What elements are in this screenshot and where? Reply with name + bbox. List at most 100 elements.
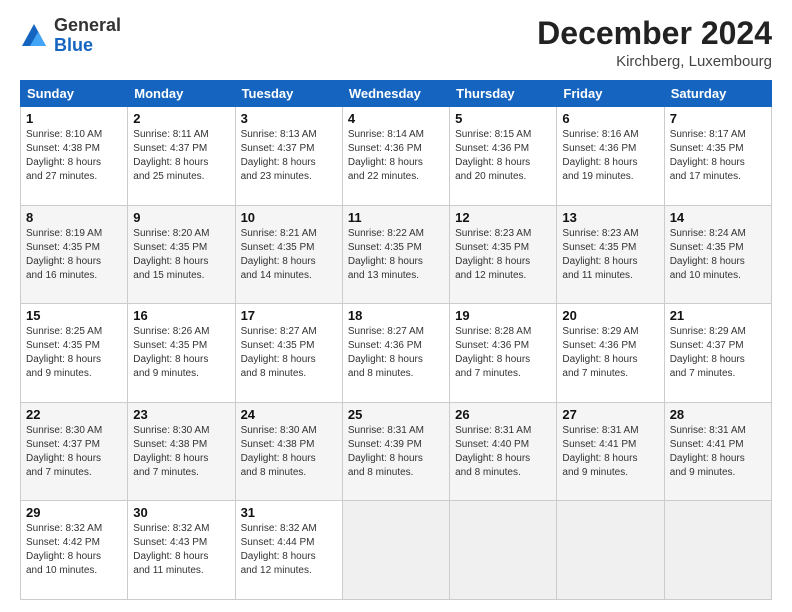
calendar-cell: 20Sunrise: 8:29 AM Sunset: 4:36 PM Dayli… xyxy=(557,304,664,403)
day-info: Sunrise: 8:23 AM Sunset: 4:35 PM Dayligh… xyxy=(455,227,551,283)
day-info: Sunrise: 8:13 AM Sunset: 4:37 PM Dayligh… xyxy=(241,128,337,184)
day-info: Sunrise: 8:16 AM Sunset: 4:36 PM Dayligh… xyxy=(562,128,658,184)
day-info: Sunrise: 8:19 AM Sunset: 4:35 PM Dayligh… xyxy=(26,227,122,283)
day-header-wednesday: Wednesday xyxy=(342,81,449,107)
day-info: Sunrise: 8:32 AM Sunset: 4:43 PM Dayligh… xyxy=(133,522,229,578)
day-number: 30 xyxy=(133,505,229,520)
day-number: 26 xyxy=(455,407,551,422)
month-title: December 2024 xyxy=(537,16,772,51)
day-info: Sunrise: 8:24 AM Sunset: 4:35 PM Dayligh… xyxy=(670,227,766,283)
day-number: 24 xyxy=(241,407,337,422)
calendar-cell: 10 Sunrise: 8:21 AM Sunset: 4:35 PM Dayli… xyxy=(235,205,342,304)
calendar-cell: 18Sunrise: 8:27 AM Sunset: 4:36 PM Dayli… xyxy=(342,304,449,403)
logo-text: General Blue xyxy=(54,16,121,56)
calendar-week-5: 29Sunrise: 8:32 AM Sunset: 4:42 PM Dayli… xyxy=(21,501,772,600)
day-info: Sunrise: 8:21 AM Sunset: 4:35 PM Dayligh… xyxy=(241,227,337,283)
day-number: 31 xyxy=(241,505,337,520)
day-info: Sunrise: 8:31 AM Sunset: 4:41 PM Dayligh… xyxy=(670,424,766,480)
day-number: 18 xyxy=(348,308,444,323)
day-info: Sunrise: 8:32 AM Sunset: 4:42 PM Dayligh… xyxy=(26,522,122,578)
day-number: 2 xyxy=(133,111,229,126)
day-header-monday: Monday xyxy=(128,81,235,107)
day-number: 1 xyxy=(26,111,122,126)
calendar-header-row: SundayMondayTuesdayWednesdayThursdayFrid… xyxy=(21,81,772,107)
calendar-week-2: 8 Sunrise: 8:19 AM Sunset: 4:35 PM Daylig… xyxy=(21,205,772,304)
day-number: 8 xyxy=(26,210,122,225)
logo-general-text: General xyxy=(54,15,121,35)
day-number: 10 xyxy=(241,210,337,225)
calendar-cell: 30 Sunrise: 8:32 AM Sunset: 4:43 PM Dayli… xyxy=(128,501,235,600)
day-info: Sunrise: 8:30 AM Sunset: 4:38 PM Dayligh… xyxy=(241,424,337,480)
day-header-friday: Friday xyxy=(557,81,664,107)
day-number: 27 xyxy=(562,407,658,422)
day-info: Sunrise: 8:26 AM Sunset: 4:35 PM Dayligh… xyxy=(133,325,229,381)
day-number: 3 xyxy=(241,111,337,126)
calendar-cell: 22 Sunrise: 8:30 AM Sunset: 4:37 PM Dayli… xyxy=(21,402,128,501)
header: General Blue December 2024 Kirchberg, Lu… xyxy=(20,16,772,70)
calendar-body: 1 Sunrise: 8:10 AM Sunset: 4:38 PM Daylig… xyxy=(21,107,772,600)
calendar-week-3: 15Sunrise: 8:25 AM Sunset: 4:35 PM Dayli… xyxy=(21,304,772,403)
title-section: December 2024 Kirchberg, Luxembourg xyxy=(537,16,772,70)
day-info: Sunrise: 8:14 AM Sunset: 4:36 PM Dayligh… xyxy=(348,128,444,184)
day-number: 19 xyxy=(455,308,551,323)
day-number: 13 xyxy=(562,210,658,225)
day-number: 15 xyxy=(26,308,122,323)
calendar-cell: 31 Sunrise: 8:32 AM Sunset: 4:44 PM Dayli… xyxy=(235,501,342,600)
logo-icon xyxy=(20,22,48,50)
calendar-week-4: 22 Sunrise: 8:30 AM Sunset: 4:37 PM Dayli… xyxy=(21,402,772,501)
day-info: Sunrise: 8:30 AM Sunset: 4:37 PM Dayligh… xyxy=(26,424,122,480)
calendar-cell xyxy=(664,501,771,600)
calendar-cell: 15Sunrise: 8:25 AM Sunset: 4:35 PM Dayli… xyxy=(21,304,128,403)
logo-blue-text: Blue xyxy=(54,35,93,55)
day-number: 22 xyxy=(26,407,122,422)
day-info: Sunrise: 8:31 AM Sunset: 4:40 PM Dayligh… xyxy=(455,424,551,480)
calendar-cell: 28 Sunrise: 8:31 AM Sunset: 4:41 PM Dayli… xyxy=(664,402,771,501)
calendar-cell: 6Sunrise: 8:16 AM Sunset: 4:36 PM Daylig… xyxy=(557,107,664,206)
calendar-cell: 12 Sunrise: 8:23 AM Sunset: 4:35 PM Dayli… xyxy=(450,205,557,304)
day-number: 12 xyxy=(455,210,551,225)
day-header-sunday: Sunday xyxy=(21,81,128,107)
calendar-cell: 19 Sunrise: 8:28 AM Sunset: 4:36 PM Dayli… xyxy=(450,304,557,403)
day-info: Sunrise: 8:29 AM Sunset: 4:37 PM Dayligh… xyxy=(670,325,766,381)
calendar-cell: 17 Sunrise: 8:27 AM Sunset: 4:35 PM Dayli… xyxy=(235,304,342,403)
day-number: 4 xyxy=(348,111,444,126)
day-info: Sunrise: 8:31 AM Sunset: 4:39 PM Dayligh… xyxy=(348,424,444,480)
day-number: 28 xyxy=(670,407,766,422)
calendar-cell: 8 Sunrise: 8:19 AM Sunset: 4:35 PM Daylig… xyxy=(21,205,128,304)
day-info: Sunrise: 8:32 AM Sunset: 4:44 PM Dayligh… xyxy=(241,522,337,578)
day-info: Sunrise: 8:23 AM Sunset: 4:35 PM Dayligh… xyxy=(562,227,658,283)
calendar-cell: 3 Sunrise: 8:13 AM Sunset: 4:37 PM Daylig… xyxy=(235,107,342,206)
day-info: Sunrise: 8:17 AM Sunset: 4:35 PM Dayligh… xyxy=(670,128,766,184)
calendar-cell: 7Sunrise: 8:17 AM Sunset: 4:35 PM Daylig… xyxy=(664,107,771,206)
day-header-saturday: Saturday xyxy=(664,81,771,107)
calendar-cell: 5 Sunrise: 8:15 AM Sunset: 4:36 PM Daylig… xyxy=(450,107,557,206)
day-info: Sunrise: 8:28 AM Sunset: 4:36 PM Dayligh… xyxy=(455,325,551,381)
day-number: 17 xyxy=(241,308,337,323)
day-info: Sunrise: 8:10 AM Sunset: 4:38 PM Dayligh… xyxy=(26,128,122,184)
day-info: Sunrise: 8:29 AM Sunset: 4:36 PM Dayligh… xyxy=(562,325,658,381)
calendar-cell: 25 Sunrise: 8:31 AM Sunset: 4:39 PM Dayli… xyxy=(342,402,449,501)
day-info: Sunrise: 8:20 AM Sunset: 4:35 PM Dayligh… xyxy=(133,227,229,283)
logo: General Blue xyxy=(20,16,121,56)
calendar-cell: 2Sunrise: 8:11 AM Sunset: 4:37 PM Daylig… xyxy=(128,107,235,206)
day-number: 5 xyxy=(455,111,551,126)
day-info: Sunrise: 8:22 AM Sunset: 4:35 PM Dayligh… xyxy=(348,227,444,283)
day-number: 9 xyxy=(133,210,229,225)
day-info: Sunrise: 8:15 AM Sunset: 4:36 PM Dayligh… xyxy=(455,128,551,184)
calendar-cell: 27Sunrise: 8:31 AM Sunset: 4:41 PM Dayli… xyxy=(557,402,664,501)
calendar-cell: 1 Sunrise: 8:10 AM Sunset: 4:38 PM Daylig… xyxy=(21,107,128,206)
day-header-tuesday: Tuesday xyxy=(235,81,342,107)
day-number: 16 xyxy=(133,308,229,323)
calendar-cell: 24 Sunrise: 8:30 AM Sunset: 4:38 PM Dayli… xyxy=(235,402,342,501)
day-number: 11 xyxy=(348,210,444,225)
calendar-cell: 23Sunrise: 8:30 AM Sunset: 4:38 PM Dayli… xyxy=(128,402,235,501)
calendar-cell: 11 Sunrise: 8:22 AM Sunset: 4:35 PM Dayli… xyxy=(342,205,449,304)
day-number: 25 xyxy=(348,407,444,422)
calendar-cell: 9 Sunrise: 8:20 AM Sunset: 4:35 PM Daylig… xyxy=(128,205,235,304)
calendar-cell xyxy=(342,501,449,600)
day-info: Sunrise: 8:27 AM Sunset: 4:35 PM Dayligh… xyxy=(241,325,337,381)
calendar-cell: 4 Sunrise: 8:14 AM Sunset: 4:36 PM Daylig… xyxy=(342,107,449,206)
calendar: SundayMondayTuesdayWednesdayThursdayFrid… xyxy=(20,80,772,600)
calendar-cell: 29Sunrise: 8:32 AM Sunset: 4:42 PM Dayli… xyxy=(21,501,128,600)
day-number: 14 xyxy=(670,210,766,225)
